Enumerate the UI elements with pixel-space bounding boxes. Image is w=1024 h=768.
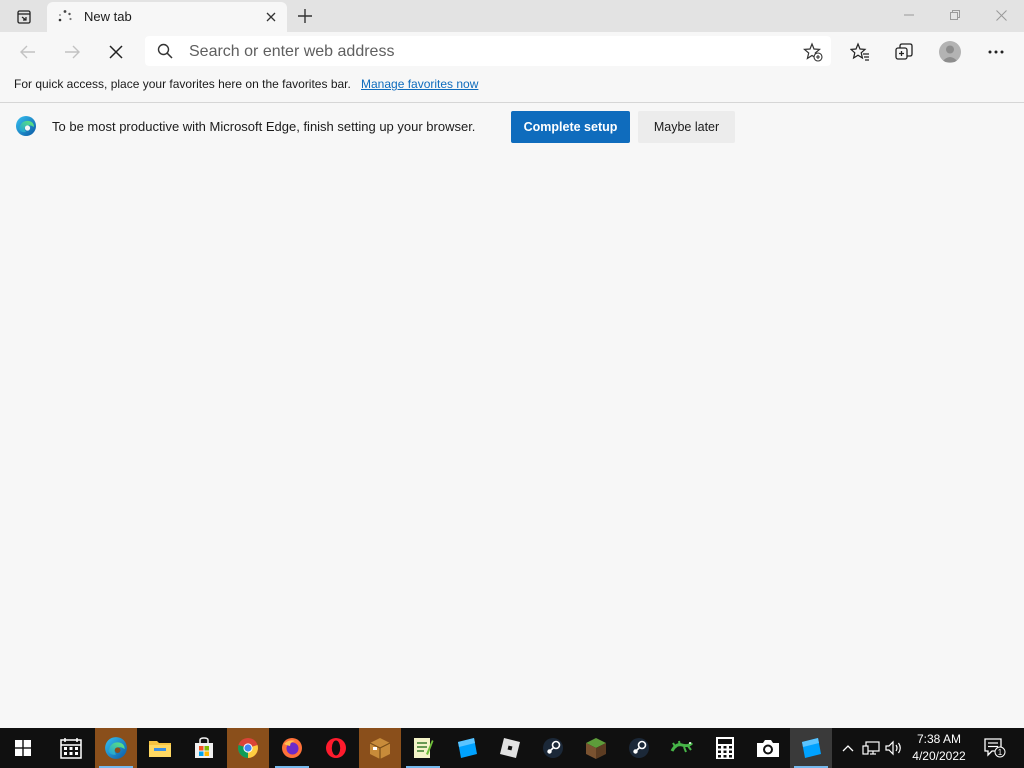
add-to-favorites-button[interactable] (803, 42, 823, 62)
minimize-button[interactable] (886, 0, 932, 30)
address-bar[interactable] (145, 36, 831, 66)
close-icon (109, 45, 123, 59)
setup-message: To be most productive with Microsoft Edg… (52, 119, 476, 134)
complete-setup-button[interactable]: Complete setup (511, 111, 630, 143)
volume-tray-button[interactable] (884, 738, 904, 758)
address-input[interactable] (187, 39, 751, 65)
favorites-list-icon (850, 42, 869, 61)
taskbar-clock[interactable]: 7:38 AM 4/20/2022 (904, 731, 974, 765)
profile-button[interactable] (934, 36, 966, 68)
favorites-button[interactable] (844, 36, 876, 68)
minecraft-block-icon (586, 738, 606, 759)
tab-title: New tab (84, 9, 132, 24)
tab-actions-icon (17, 10, 31, 24)
taskbar-roblox[interactable] (489, 728, 531, 768)
new-tab-button[interactable] (294, 5, 316, 27)
settings-more-button[interactable] (980, 36, 1012, 68)
taskbar-steam[interactable] (532, 728, 574, 768)
camera-icon (757, 740, 779, 757)
roblox-icon (500, 738, 520, 758)
network-icon (862, 741, 880, 755)
navigation-toolbar (0, 32, 1024, 72)
gecko-icon (670, 740, 694, 753)
restore-icon (950, 10, 960, 20)
taskbar-file-explorer[interactable] (139, 728, 181, 768)
plus-icon (298, 9, 312, 23)
title-bar: New tab (0, 0, 1024, 32)
restore-button[interactable] (932, 0, 978, 30)
steam-icon (543, 738, 563, 758)
folder-icon (149, 741, 171, 757)
maybe-later-button[interactable]: Maybe later (638, 111, 735, 143)
close-window-button[interactable] (978, 0, 1024, 30)
taskbar-opera[interactable] (315, 728, 357, 768)
taskbar-camera[interactable] (747, 728, 789, 768)
taskbar-roblox-studio-2[interactable] (790, 728, 832, 768)
taskbar-calculator[interactable] (704, 728, 746, 768)
avatar (939, 41, 961, 63)
manage-favorites-link[interactable]: Manage favorites now (361, 77, 478, 91)
taskbar-chrome[interactable] (227, 728, 269, 768)
loading-spinner-icon (58, 10, 72, 22)
chrome-icon (238, 738, 258, 758)
roblox-studio-icon (802, 738, 821, 758)
store-bag-icon (195, 737, 213, 758)
taskbar-green-app[interactable] (661, 728, 703, 768)
clock-date: 4/20/2022 (912, 749, 966, 763)
close-icon (995, 9, 1007, 21)
taskbar: 7:38 AM 4/20/2022 1 (0, 728, 1024, 768)
collections-button[interactable] (888, 36, 920, 68)
taskbar-calendar[interactable] (50, 728, 92, 768)
calculator-icon (716, 737, 734, 759)
taskbar-roblox-studio[interactable] (446, 728, 488, 768)
firefox-icon (282, 738, 302, 758)
clock-time: 7:38 AM (916, 732, 962, 746)
setup-infobar: To be most productive with Microsoft Edg… (0, 102, 1024, 153)
notification-icon: 1 (984, 738, 1006, 758)
forward-button[interactable] (56, 36, 88, 68)
tab-new-tab[interactable]: New tab (47, 2, 287, 32)
notepad-icon (414, 738, 434, 758)
roblox-studio-icon (458, 738, 477, 758)
taskbar-minecraft[interactable] (575, 728, 617, 768)
speaker-icon (885, 740, 901, 756)
opera-icon (326, 738, 346, 758)
edge-icon (105, 737, 127, 759)
steam-icon (629, 738, 649, 758)
close-icon (266, 12, 276, 22)
star-add-icon (803, 42, 823, 62)
action-center-button[interactable]: 1 (980, 728, 1010, 768)
tab-close-button[interactable] (263, 9, 279, 25)
taskbar-edge[interactable] (95, 728, 137, 768)
taskbar-store[interactable] (183, 728, 225, 768)
taskbar-package-app[interactable] (359, 728, 401, 768)
show-hidden-icons-button[interactable] (838, 738, 858, 758)
tab-actions-menu-button[interactable] (10, 6, 38, 28)
minimize-icon (904, 14, 914, 16)
notification-count: 1 (998, 748, 1003, 757)
taskbar-firefox[interactable] (271, 728, 313, 768)
calendar-icon (60, 738, 82, 759)
windows-logo-icon (15, 740, 31, 756)
taskbar-notepad-plus[interactable] (402, 728, 444, 768)
favorites-bar-hint: For quick access, place your favorites h… (14, 77, 351, 91)
arrow-left-icon (20, 45, 35, 59)
start-button[interactable] (2, 728, 44, 768)
chevron-up-icon (842, 745, 854, 752)
more-horizontal-icon (988, 50, 1004, 54)
stop-loading-button[interactable] (100, 36, 132, 68)
favorites-bar: For quick access, place your favorites h… (0, 72, 1024, 98)
arrow-right-icon (65, 45, 80, 59)
search-icon (157, 43, 173, 59)
back-button[interactable] (12, 36, 44, 68)
network-tray-button[interactable] (861, 738, 881, 758)
edge-logo-icon (16, 116, 36, 136)
taskbar-steam-2[interactable] (618, 728, 660, 768)
page-content (0, 152, 1024, 728)
collections-icon (895, 43, 913, 60)
user-icon (942, 45, 958, 62)
package-box-icon (369, 738, 391, 759)
